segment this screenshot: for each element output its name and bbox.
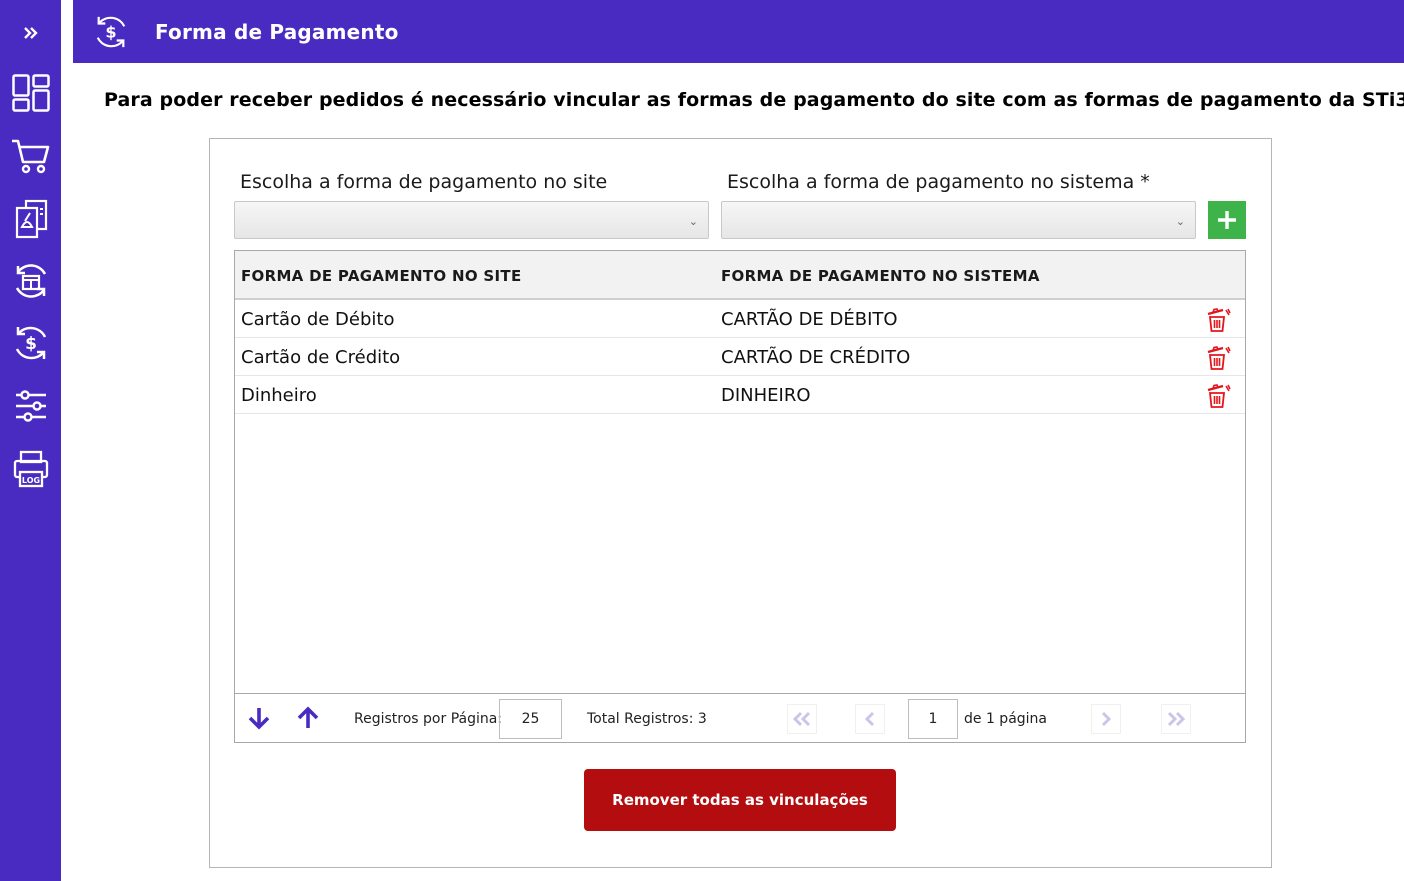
next-page-button[interactable]	[1091, 704, 1121, 734]
double-chevron-left-icon	[792, 711, 811, 727]
cell-site: Cartão de Débito	[241, 309, 395, 330]
header-site-column: FORMA DE PAGAMENTO NO SITE	[241, 267, 522, 285]
table-row: Cartão de Débito CARTÃO DE DÉBITO	[235, 300, 1245, 338]
remove-all-links-button[interactable]: Remover todas as vinculações	[584, 769, 896, 831]
sidebar-item-log[interactable]: LOG	[0, 444, 61, 494]
sidebar-item-orders[interactable]	[0, 131, 61, 181]
sidebar-item-dashboard[interactable]	[0, 68, 61, 118]
header-system-column: FORMA DE PAGAMENTO NO SISTEMA	[721, 267, 1040, 285]
site-payment-select[interactable]: ⌄	[234, 201, 709, 239]
expand-sidebar-button[interactable]	[0, 8, 61, 58]
page-header: $ Forma de Pagamento	[73, 2, 1404, 63]
sort-up-arrow-icon[interactable]	[296, 706, 320, 730]
last-page-button[interactable]	[1161, 704, 1191, 734]
pager: Registros por Página: 25 Total Registros…	[235, 693, 1245, 742]
system-payment-select[interactable]: ⌄	[721, 201, 1196, 239]
dashboard-icon	[11, 74, 50, 112]
sidebar-item-payment[interactable]: $	[0, 318, 61, 368]
cell-system: CARTÃO DE CRÉDITO	[721, 347, 911, 368]
cell-site: Dinheiro	[241, 385, 317, 406]
sidebar-item-store-sync[interactable]	[0, 256, 61, 306]
dollar-refresh-icon: $	[96, 16, 126, 48]
chevron-down-icon: ⌄	[688, 215, 698, 228]
table-row: Cartão de Crédito CARTÃO DE CRÉDITO	[235, 338, 1245, 376]
chevron-left-icon	[864, 711, 875, 727]
delete-icon[interactable]	[1205, 307, 1231, 333]
sidebar: $ LOG	[0, 0, 61, 881]
store-sync-icon	[15, 264, 46, 298]
payment-sync-icon: $	[15, 326, 46, 360]
cell-site: Cartão de Crédito	[241, 347, 401, 368]
sort-down-arrow-icon[interactable]	[247, 706, 271, 730]
settings-sliders-icon	[15, 390, 46, 422]
product-catalog-icon	[15, 199, 47, 239]
cell-system: CARTÃO DE DÉBITO	[721, 309, 898, 330]
chevron-right-icon	[1101, 711, 1112, 727]
total-records: Total Registros: 3	[587, 711, 707, 727]
page-count: de 1 página	[964, 711, 1048, 727]
prev-page-button[interactable]	[855, 704, 885, 734]
sidebar-item-settings[interactable]	[0, 381, 61, 431]
double-chevron-right-icon	[1167, 711, 1186, 727]
log-printer-icon: LOG	[13, 450, 48, 488]
per-page-label: Registros por Página:	[354, 711, 503, 727]
per-page-input[interactable]: 25	[499, 699, 562, 739]
expand-chevrons-icon	[23, 27, 38, 39]
add-link-button[interactable]	[1208, 201, 1246, 239]
svg-text:LOG: LOG	[21, 476, 39, 485]
intro-text: Para poder receber pedidos é necessário …	[104, 89, 1404, 111]
cell-system: DINHEIRO	[721, 385, 811, 406]
sidebar-item-products[interactable]	[0, 194, 61, 244]
first-page-button[interactable]	[787, 704, 817, 734]
plus-icon	[1218, 211, 1236, 229]
payment-link-table: FORMA DE PAGAMENTO NO SITE FORMA DE PAGA…	[234, 250, 1246, 743]
svg-text:$: $	[25, 334, 37, 354]
sidebar-gap	[61, 0, 73, 881]
svg-text:$: $	[105, 23, 116, 42]
page-title: Forma de Pagamento	[155, 20, 399, 44]
chevron-down-icon: ⌄	[1175, 215, 1185, 228]
site-payment-label: Escolha a forma de pagamento no site	[240, 171, 608, 193]
delete-icon[interactable]	[1205, 383, 1231, 409]
page-number-input[interactable]: 1	[908, 699, 958, 739]
delete-icon[interactable]	[1205, 345, 1231, 371]
table-row: Dinheiro DINHEIRO	[235, 376, 1245, 414]
shopping-cart-icon	[11, 139, 49, 174]
system-payment-label: Escolha a forma de pagamento no sistema …	[727, 171, 1150, 193]
table-header: FORMA DE PAGAMENTO NO SITE FORMA DE PAGA…	[235, 251, 1245, 300]
